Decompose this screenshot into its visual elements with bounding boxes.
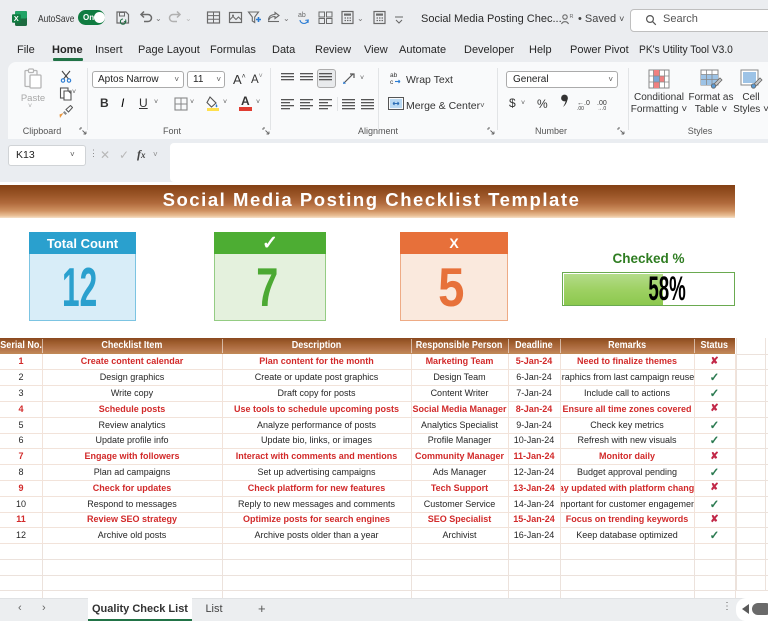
- svg-text:.00: .00: [577, 106, 584, 110]
- svg-text:c: c: [390, 79, 394, 85]
- svg-text:ab: ab: [390, 72, 398, 79]
- svg-text:ab: ab: [298, 12, 306, 19]
- svg-text:X: X: [14, 14, 19, 23]
- svg-text:R: R: [570, 14, 574, 20]
- svg-text:→.0: →.0: [597, 106, 606, 110]
